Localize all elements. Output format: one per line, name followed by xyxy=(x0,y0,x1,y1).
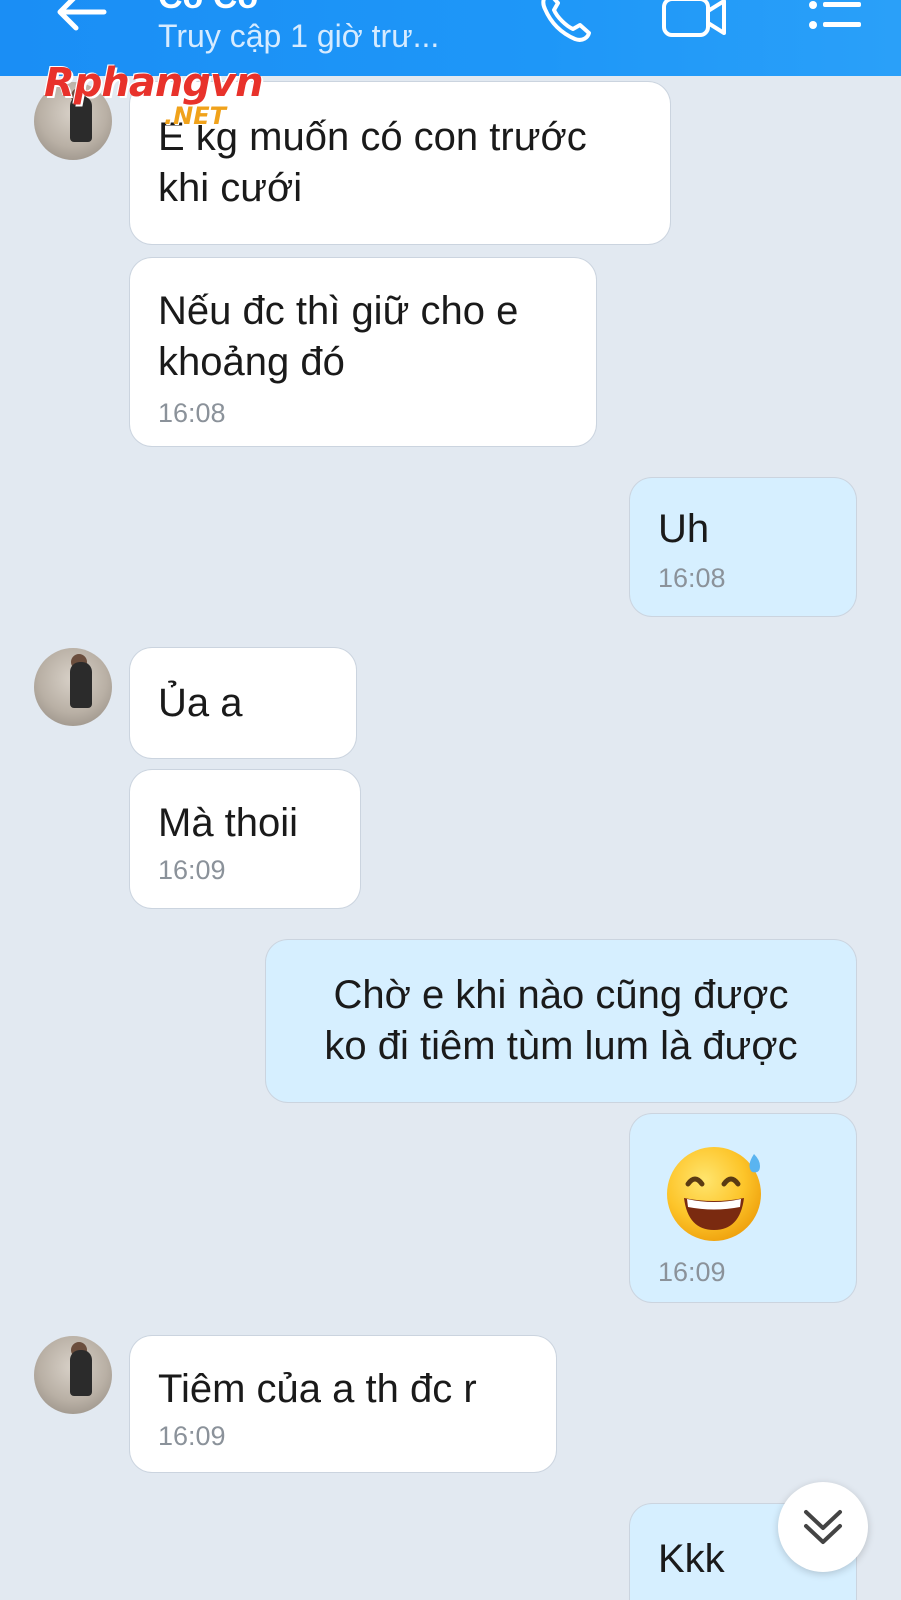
back-button[interactable] xyxy=(40,0,120,52)
video-camera-icon xyxy=(662,0,726,37)
message-text: Chờ e khi nào cũng được ko đi tiêm tùm l… xyxy=(324,973,798,1068)
chat-screen: Cô Cô Truy cập 1 giờ trư... Rphangvn .NE… xyxy=(0,0,901,1600)
message-text: Mà thoii xyxy=(158,801,299,845)
phone-icon xyxy=(541,0,591,42)
contact-avatar[interactable] xyxy=(34,1336,112,1414)
message-bubble-incoming[interactable]: Tiêm của a th đc r 16:09 xyxy=(130,1336,556,1472)
message-time: 16:08 xyxy=(158,398,226,428)
grinning-sweat-emoji xyxy=(667,1147,761,1241)
message-bubble-incoming[interactable]: Ủa a xyxy=(130,648,356,758)
options-menu-button[interactable] xyxy=(800,0,870,52)
message-bubble-outgoing[interactable]: Uh 16:08 xyxy=(630,478,856,616)
watermark-text: Rphangvn xyxy=(44,60,264,106)
message-bubble-outgoing[interactable]: Chờ e khi nào cũng được ko đi tiêm tùm l… xyxy=(266,940,856,1102)
avatar-figure xyxy=(70,1350,92,1396)
message-time: 16:09 xyxy=(658,1257,726,1287)
message-bubble-outgoing[interactable]: 16:09 xyxy=(630,1114,856,1302)
message-time: 16:09 xyxy=(158,1421,226,1451)
message-text: Ủa a xyxy=(158,681,243,725)
message-time: 16:09 xyxy=(158,855,226,885)
video-call-button[interactable] xyxy=(660,0,730,52)
message-time: 16:08 xyxy=(658,563,726,593)
avatar-figure xyxy=(70,662,92,708)
double-chevron-down-icon xyxy=(804,1510,842,1544)
contact-avatar[interactable] xyxy=(34,648,112,726)
back-arrow-icon xyxy=(57,0,107,31)
scroll-to-bottom-button[interactable] xyxy=(778,1482,868,1572)
list-menu-icon xyxy=(809,1,861,29)
emoji-container xyxy=(658,1114,828,1249)
watermark-logo: Rphangvn .NET xyxy=(44,60,264,130)
message-text: Nếu đc thì giữ cho e khoảng đó xyxy=(158,289,519,384)
contact-status: Truy cập 1 giờ trư... xyxy=(158,18,440,54)
contact-name[interactable]: Cô Cô xyxy=(158,0,258,17)
message-bubble-incoming[interactable]: Nếu đc thì giữ cho e khoảng đó 16:08 xyxy=(130,258,596,446)
watermark-domain: .NET xyxy=(164,102,226,130)
call-button[interactable] xyxy=(530,0,600,52)
message-text: Tiêm của a th đc r xyxy=(158,1367,477,1411)
message-bubble-incoming[interactable]: Mà thoii 16:09 xyxy=(130,770,360,908)
message-text: Uh xyxy=(658,507,710,551)
